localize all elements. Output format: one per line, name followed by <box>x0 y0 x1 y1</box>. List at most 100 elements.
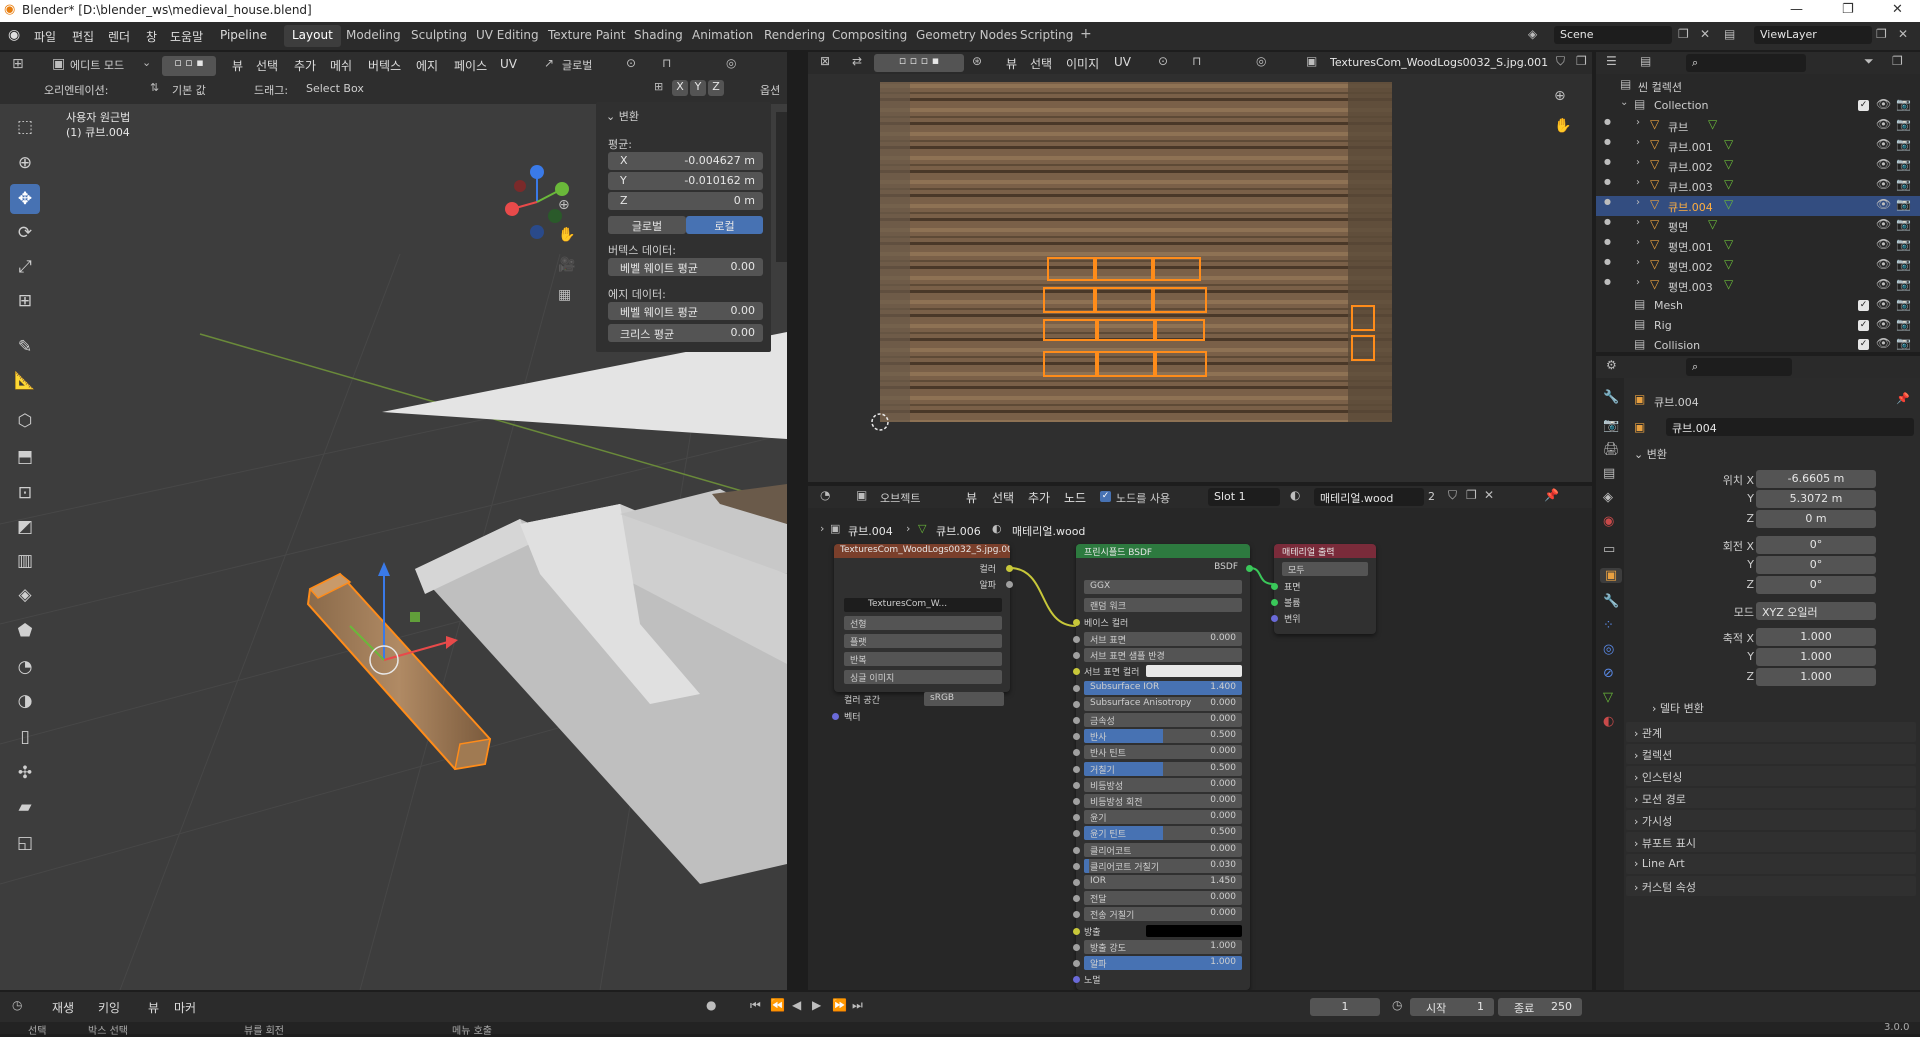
image-zoom-icon[interactable]: ⊕ <box>1554 88 1566 104</box>
transform-panel-header[interactable]: ⌄ 변환 <box>1634 446 1667 462</box>
expand-right-icon[interactable]: › <box>1636 117 1640 128</box>
local-toggle[interactable]: 로컬 <box>686 216 763 234</box>
eye-icon[interactable]: 👁 <box>1876 157 1891 171</box>
tool-tab-icon[interactable]: 🔧 <box>1603 390 1619 405</box>
input-slider[interactable]: 서브 표면 0.000 <box>1084 632 1242 646</box>
constraints-tab-icon[interactable]: ⊘ <box>1603 666 1614 681</box>
input-slider[interactable]: 방출 강도 1.000 <box>1084 939 1242 954</box>
menu-window[interactable]: 창 <box>146 28 157 45</box>
mesh-data-icon[interactable]: ▽ <box>1724 157 1733 171</box>
outliner-search-input[interactable]: ⌕ <box>1686 54 1806 72</box>
bsdf-input-row[interactable]: IOR 1.450 <box>1073 875 1250 890</box>
bsdf-input-row[interactable]: 클리어코트 거칠기 0.030 <box>1073 858 1250 874</box>
new-view-layer-icon[interactable]: ❐ <box>1876 27 1887 41</box>
tab-sculpting[interactable]: Sculpting <box>403 25 475 47</box>
image-texture-node[interactable]: TexturesCom_WoodLogs0032_S.jpg.00 컬러 알파 … <box>834 544 1013 692</box>
camera-icon[interactable]: 📷 <box>1896 117 1911 131</box>
bsdf-sss-method-dropdown[interactable]: 랜덤 워크 <box>1084 598 1242 612</box>
3d-viewport[interactable]: ⊞ ▣ 에디트 모드 ⌄ ▫ ▫ ▪ 뷰 선택 추가 메쉬 버텍스 에지 페이스… <box>0 52 787 990</box>
bsdf-input-row[interactable]: 전달 0.000 <box>1073 891 1250 906</box>
tab-texture-paint[interactable]: Texture Paint <box>540 25 633 47</box>
properties-section-panel[interactable]: › 인스턴싱 <box>1626 766 1916 786</box>
bsdf-input-row[interactable]: 윤기 0.000 <box>1073 810 1250 825</box>
surface-socket[interactable] <box>1271 583 1278 590</box>
outliner[interactable]: ☰ ▤ ⌕ ⏷ ❐ ▤ 씬 컬렉션 ⌄ ▤ Collection ✓ 👁 📷 ●… <box>1596 52 1920 352</box>
collision-checkbox[interactable]: ✓ <box>1858 339 1869 350</box>
menu-add[interactable]: 추가 <box>294 57 316 74</box>
new-scene-icon[interactable]: ❐ <box>1678 27 1689 41</box>
eye-icon[interactable]: 👁 <box>1876 317 1891 331</box>
properties-section-panel[interactable]: › 관계 <box>1626 722 1916 742</box>
timeline-type-icon[interactable]: ◷ <box>12 998 22 1012</box>
shrink-tool-icon[interactable]: ✣ <box>10 758 40 788</box>
outliner-object-row[interactable]: ● › ▽ 큐브.001 ▽ 👁 📷 <box>1596 136 1920 156</box>
input-socket[interactable] <box>1073 636 1080 643</box>
principled-bsdf-node[interactable]: 프린시플드 BSDF BSDF GGX 랜덤 워크 베이스 컬러 서브 표면 0.… <box>1073 544 1253 990</box>
camera-icon[interactable]: 📷 <box>1896 277 1911 291</box>
world-tab-icon[interactable]: ◉ <box>1603 514 1614 529</box>
options-dropdown[interactable]: 옵션 <box>760 82 780 98</box>
expand-right-icon[interactable]: › <box>1636 137 1640 148</box>
input-socket[interactable] <box>1073 879 1080 886</box>
particles-tab-icon[interactable]: ⁘ <box>1603 618 1614 633</box>
collection-collision-row[interactable]: ▤ Collision ✓ 👁 📷 <box>1596 336 1920 352</box>
image-menu-view[interactable]: 뷰 <box>1006 55 1017 72</box>
collection-tab-icon[interactable]: ▭ <box>1603 542 1615 557</box>
annotate-tool-icon[interactable]: ✎ <box>10 332 40 362</box>
mesh-data-icon[interactable]: ▽ <box>1724 237 1733 251</box>
bsdf-input-row[interactable]: Subsurface Anisotropy 0.000 <box>1073 696 1250 712</box>
image-menu-uv[interactable]: UV <box>1114 55 1131 69</box>
tab-compositing[interactable]: Compositing <box>824 25 915 47</box>
eye-icon[interactable]: 👁 <box>1876 237 1891 251</box>
input-slider[interactable]: Subsurface IOR 1.400 <box>1084 680 1242 695</box>
image-menu-image[interactable]: 이미지 <box>1066 55 1099 72</box>
outliner-object-row[interactable]: ● › ▽ 큐브.003 ▽ 👁 📷 <box>1596 176 1920 196</box>
input-slider[interactable]: 클리어코트 0.000 <box>1084 842 1242 857</box>
play-icon[interactable]: ▶ <box>812 998 821 1012</box>
eye-icon[interactable]: 👁 <box>1876 277 1891 291</box>
input-slider[interactable]: Subsurface Anisotropy 0.000 <box>1084 696 1242 711</box>
expand-right-icon[interactable]: › <box>1636 177 1640 188</box>
bsdf-input-row[interactable]: 서브 표면 0.000 <box>1073 632 1250 647</box>
image-browse-icon[interactable]: ▣ <box>1306 54 1317 68</box>
collection-checkbox[interactable]: ✓ <box>1858 100 1869 111</box>
properties-section-panel[interactable]: › 커스텀 속성 <box>1626 876 1916 896</box>
global-toggle[interactable]: 글로벌 <box>608 216 686 234</box>
mode-dropdown[interactable]: 에디트 모드 <box>70 57 124 73</box>
uv-canvas[interactable] <box>808 74 1592 482</box>
camera-icon[interactable]: 📷 <box>1896 137 1911 151</box>
spin-tool-icon[interactable]: ◔ <box>10 652 40 682</box>
menu-view[interactable]: 뷰 <box>232 57 243 74</box>
camera-icon[interactable]: 📷 <box>1896 257 1911 271</box>
rig-checkbox[interactable]: ✓ <box>1858 320 1869 331</box>
menu-vertex[interactable]: 버텍스 <box>368 57 401 74</box>
bevel-tool-icon[interactable]: ◩ <box>10 512 40 542</box>
image-editor-type-icon[interactable]: ⊠ <box>820 54 830 68</box>
scale-y-field[interactable]: 1.000 <box>1756 648 1876 666</box>
camera-icon[interactable]: 📷 <box>1896 177 1911 191</box>
bsdf-input-row[interactable]: 방출 강도 1.000 <box>1073 939 1250 955</box>
tex-node-title[interactable]: TexturesCom_WoodLogs0032_S.jpg.00 <box>834 544 1010 558</box>
measure-tool-icon[interactable]: 📐 <box>10 366 40 396</box>
input-slider[interactable]: IOR 1.450 <box>1084 875 1242 889</box>
move-tool-icon[interactable]: ✥ <box>10 184 40 214</box>
bsdf-input-row[interactable]: 전송 거칠기 0.000 <box>1073 907 1250 922</box>
input-slider[interactable]: 반사 0.500 <box>1084 729 1242 744</box>
properties-section-panel[interactable]: › 모션 경로 <box>1626 788 1916 808</box>
tab-uv-editing[interactable]: UV Editing <box>468 25 547 47</box>
pan-hand-icon[interactable]: ✋ <box>558 227 575 243</box>
bsdf-input-row[interactable]: 서브 표면 샘플 반경 <box>1073 648 1250 663</box>
select-mode-group[interactable]: ▫ ▫ ▪ <box>162 56 216 76</box>
physics-tab-icon[interactable]: ◎ <box>1603 642 1614 657</box>
input-slider[interactable]: 윤기 0.000 <box>1084 810 1242 825</box>
input-slider[interactable]: 금속성 0.000 <box>1084 713 1242 727</box>
input-socket[interactable] <box>1073 652 1080 660</box>
mirror-icon[interactable]: ⊞ <box>654 80 663 93</box>
tab-modeling[interactable]: Modeling <box>338 25 409 47</box>
median-x-field[interactable]: X -0.004627 m <box>608 152 763 170</box>
tex-vector-socket[interactable] <box>832 713 839 720</box>
input-socket[interactable] <box>1073 862 1080 870</box>
jump-start-icon[interactable]: ⏮ <box>750 998 761 1013</box>
mesh-data-icon[interactable]: ▽ <box>1708 217 1717 231</box>
shear-tool-icon[interactable]: ▰ <box>10 792 40 822</box>
